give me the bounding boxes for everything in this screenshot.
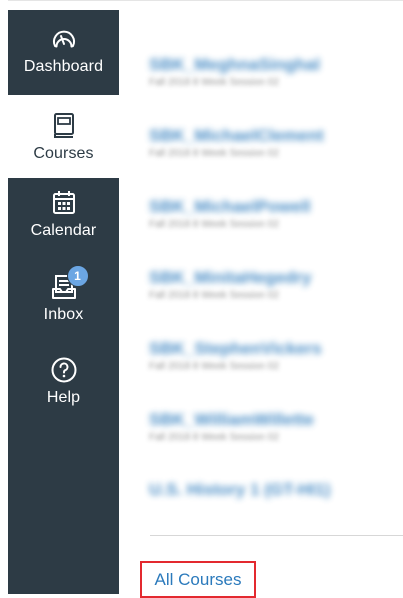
inbox-icon: 1 <box>49 265 89 302</box>
course-link[interactable]: SBK_MinitaHegedry Fall 2018 8 Week Sessi… <box>149 268 399 301</box>
global-nav-sidebar: Dashboard Courses Calendar 1 Inbox Help <box>8 10 119 594</box>
help-icon <box>49 355 79 385</box>
course-name: SBK_WilliamWillette <box>149 410 315 429</box>
course-name: SBK_MichaelClement <box>149 126 324 145</box>
nav-label-calendar: Calendar <box>30 222 97 239</box>
course-name: SBK_StephenVickers <box>149 339 322 358</box>
book-icon <box>49 111 79 141</box>
all-courses-link[interactable]: All Courses <box>140 561 256 598</box>
nav-label-courses: Courses <box>33 144 94 162</box>
speedometer-icon <box>49 24 79 54</box>
course-term: Fall 2018 8 Week Session 02 <box>149 77 279 88</box>
nav-item-help[interactable]: Help <box>8 355 119 407</box>
course-name: SBK_MinitaHegedry <box>149 268 312 287</box>
courses-tray: SBK_MeghnaSinghal Fall 2018 8 Week Sessi… <box>119 10 403 598</box>
course-link[interactable]: SBK_MichaelClement Fall 2018 8 Week Sess… <box>149 126 399 159</box>
top-border <box>8 0 403 10</box>
inbox-unread-badge: 1 <box>66 265 89 287</box>
course-name: U.S. History 1 (GT-HI1) <box>149 480 331 499</box>
course-term: Fall 2018 8 Week Session 02 <box>149 290 279 301</box>
nav-item-inbox[interactable]: 1 Inbox <box>8 265 119 324</box>
course-link[interactable]: U.S. History 1 (GT-HI1) <box>149 480 399 500</box>
course-term: Fall 2018 8 Week Session 02 <box>149 148 279 159</box>
nav-item-dashboard[interactable]: Dashboard <box>8 24 119 76</box>
course-name: SBK_MichaelPowell <box>149 197 311 216</box>
nav-label-inbox: Inbox <box>43 306 84 323</box>
course-term: Fall 2018 8 Week Session 02 <box>149 432 279 443</box>
nav-label-help: Help <box>46 389 81 406</box>
divider <box>150 535 403 536</box>
course-link[interactable]: SBK_WilliamWillette Fall 2018 8 Week Ses… <box>149 410 399 443</box>
course-term: Fall 2018 8 Week Session 02 <box>149 361 279 372</box>
nav-item-calendar[interactable]: Calendar <box>8 188 119 240</box>
nav-item-courses[interactable]: Courses <box>8 95 119 178</box>
course-link[interactable]: SBK_StephenVickers Fall 2018 8 Week Sess… <box>149 339 399 372</box>
calendar-icon <box>49 188 79 218</box>
course-name: SBK_MeghnaSinghal <box>149 55 320 74</box>
course-term: Fall 2018 8 Week Session 02 <box>149 219 279 230</box>
course-link[interactable]: SBK_MeghnaSinghal Fall 2018 8 Week Sessi… <box>149 55 399 88</box>
nav-label-dashboard: Dashboard <box>23 58 104 75</box>
course-link[interactable]: SBK_MichaelPowell Fall 2018 8 Week Sessi… <box>149 197 399 230</box>
